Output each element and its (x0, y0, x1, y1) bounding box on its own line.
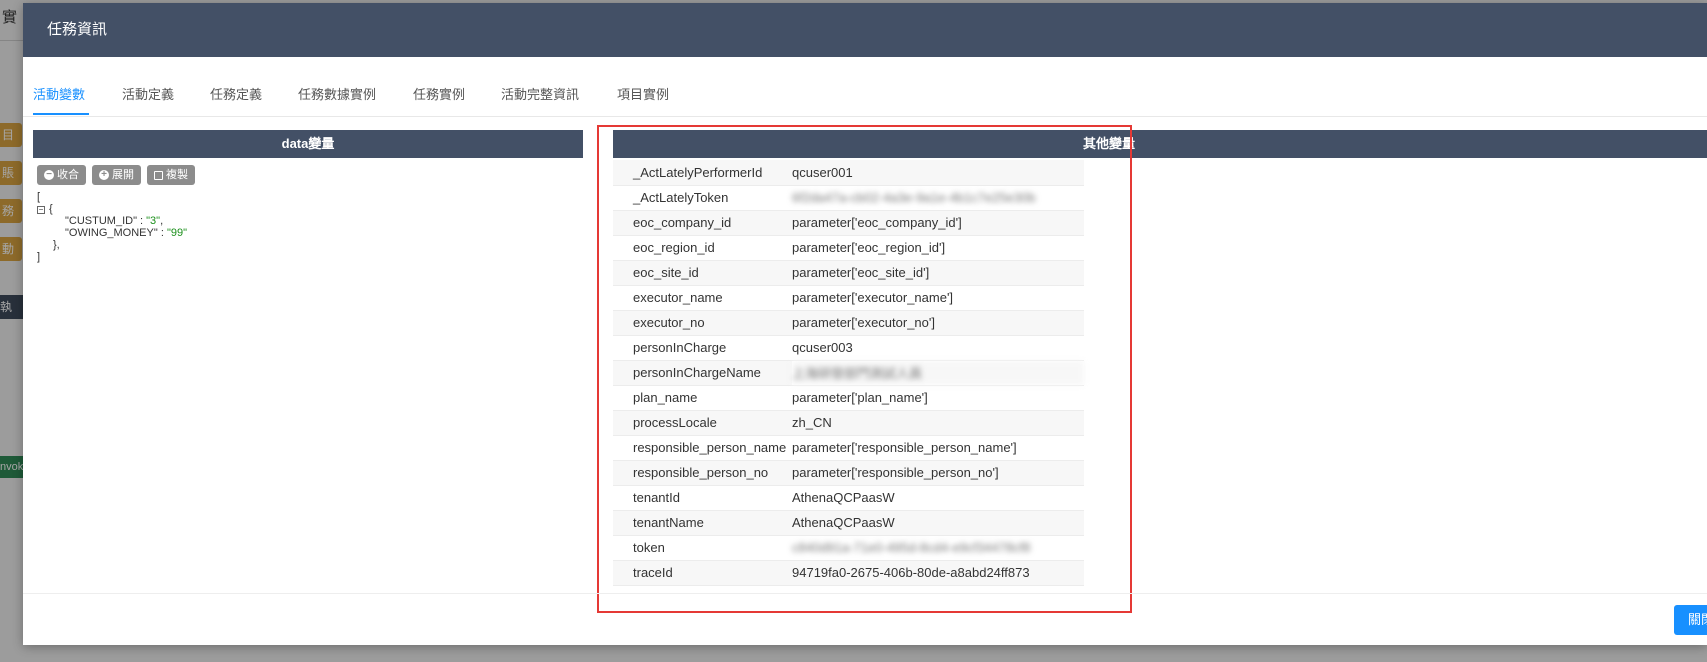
json-value: "99" (166, 227, 187, 239)
active-tab-indicator (33, 113, 89, 115)
other-variables-table: _ActLatelyPerformerId qcuser001 _ActLately… (613, 160, 1084, 586)
json-open-bracket: [ (37, 191, 41, 203)
variable-key: _ActLatelyToken (613, 185, 792, 211)
copy-button-label: 複製 (166, 169, 188, 181)
tab-activity-variables[interactable]: 活動變數 (33, 84, 85, 103)
variable-value: parameter['executor_name'] (792, 285, 1084, 311)
tab-bar: 活動變數 活動定義 任務定義 任務數據實例 任務實例 活動完整資訊 項目實例 (23, 57, 1707, 117)
json-close-bracket: ] (37, 251, 41, 263)
tab-task-data-instance[interactable]: 任務數據實例 (298, 84, 376, 103)
variable-value: parameter['eoc_company_id'] (792, 210, 1084, 236)
variable-key: eoc_company_id (613, 210, 792, 236)
table-row: eoc_region_id parameter['eoc_region_id'] (613, 235, 1084, 261)
variable-key: executor_no (613, 310, 792, 336)
copy-icon (154, 170, 163, 180)
variable-value: qcuser003 (792, 335, 1084, 361)
variable-key: tenantName (613, 510, 792, 536)
collapse-button-label: 收合 (57, 169, 79, 181)
variable-value: 上海研發部門測試人員 (792, 360, 1084, 386)
variable-value: parameter['plan_name'] (792, 385, 1084, 411)
table-row: token c840d91a-71e0-495d-8cd4-e9cf34478cf… (613, 535, 1084, 561)
variable-value: zh_CN (792, 410, 1084, 436)
tab-task-instance[interactable]: 任務實例 (413, 84, 465, 103)
table-row: executor_name parameter['executor_name'] (613, 285, 1084, 311)
table-row: personInChargeName 上海研發部門測試人員 (613, 360, 1084, 386)
table-row: eoc_site_id parameter['eoc_site_id'] (613, 260, 1084, 286)
table-row: _ActLatelyPerformerId qcuser001 (613, 160, 1084, 186)
variable-value: parameter['executor_no'] (792, 310, 1084, 336)
tab-task-definition[interactable]: 任務定義 (210, 84, 262, 103)
json-close-brace: }, (53, 239, 60, 251)
tab-activity-full-info[interactable]: 活動完整資訊 (501, 84, 579, 103)
table-row: tenantId AthenaQCPaasW (613, 485, 1084, 511)
variable-key: personInCharge (613, 335, 792, 361)
json-open-brace: { (49, 203, 53, 215)
variable-key: token (613, 535, 792, 561)
variable-value: AthenaQCPaasW (792, 510, 1084, 536)
variable-key: responsible_person_name (613, 435, 792, 461)
variable-value: c840d91a-71e0-495d-8cd4-e9cf34478cf8 (792, 535, 1084, 561)
variable-value: parameter['eoc_site_id'] (792, 260, 1084, 286)
plus-circle-icon: + (99, 170, 109, 180)
variable-value: AthenaQCPaasW (792, 485, 1084, 511)
variable-value: parameter['responsible_person_no'] (792, 460, 1084, 486)
tab-project-instance[interactable]: 項目實例 (617, 84, 669, 103)
json-viewer: [ −{ "CUSTUM_ID" : "3", "OWING_MONEY" : … (37, 191, 187, 263)
variable-key: eoc_region_id (613, 235, 792, 261)
variable-key: traceId (613, 560, 792, 586)
footer-divider (23, 593, 1707, 594)
other-variables-header: 其他變量 (613, 130, 1707, 158)
variable-value: qcuser001 (792, 160, 1084, 186)
variable-key: tenantId (613, 485, 792, 511)
close-button[interactable]: 關閉 (1674, 605, 1707, 635)
json-key: "OWING_MONEY" (65, 227, 158, 239)
table-row: responsible_person_name parameter['respon… (613, 435, 1084, 461)
variable-key: processLocale (613, 410, 792, 436)
variable-value: parameter['eoc_region_id'] (792, 235, 1084, 261)
expand-button-label: 展開 (112, 169, 134, 181)
variable-value: 94719fa0-2675-406b-80de-a8abd24ff873 (792, 560, 1084, 586)
other-variables-title: 其他變量 (1083, 136, 1136, 151)
modal-title: 任務資訊 (23, 3, 1707, 57)
variable-key: eoc_site_id (613, 260, 792, 286)
variable-key: executor_name (613, 285, 792, 311)
table-row: eoc_company_id parameter['eoc_company_id'… (613, 210, 1084, 236)
variable-key: responsible_person_no (613, 460, 792, 486)
variable-key: personInChargeName (613, 360, 792, 386)
copy-button[interactable]: 複製 (147, 165, 195, 185)
table-row: traceId 94719fa0-2675-406b-80de-a8abd24ff… (613, 560, 1084, 586)
collapse-button[interactable]: − 收合 (37, 165, 86, 185)
variable-value: parameter['responsible_person_name'] (792, 435, 1084, 461)
expand-button[interactable]: + 展開 (92, 165, 141, 185)
data-variables-header: data變量 (33, 130, 583, 158)
table-row: _ActLatelyToken 6f2da47a-cb02-4a3e-9a1e-4… (613, 185, 1084, 211)
table-row: tenantName AthenaQCPaasW (613, 510, 1084, 536)
json-key: "CUSTUM_ID" (65, 215, 137, 227)
table-row: personInCharge qcuser003 (613, 335, 1084, 361)
table-row: plan_name parameter['plan_name'] (613, 385, 1084, 411)
task-info-modal: 任務資訊 活動變數 活動定義 任務定義 任務數據實例 任務實例 活動完整資訊 項… (23, 3, 1707, 645)
json-value: "3" (146, 215, 161, 227)
table-row: executor_no parameter['executor_no'] (613, 310, 1084, 336)
variable-key: _ActLatelyPerformerId (613, 160, 792, 186)
minus-circle-icon: − (44, 170, 54, 180)
collapse-toggle-icon[interactable]: − (37, 206, 45, 214)
json-toolbar: − 收合 + 展開 複製 (37, 165, 195, 185)
table-row: processLocale zh_CN (613, 410, 1084, 436)
table-row: responsible_person_no parameter['responsi… (613, 460, 1084, 486)
tab-activity-definition[interactable]: 活動定義 (122, 84, 174, 103)
variable-value: 6f2da47a-cb02-4a3e-9a1e-4b1c7e25e30b (792, 185, 1084, 211)
variable-key: plan_name (613, 385, 792, 411)
